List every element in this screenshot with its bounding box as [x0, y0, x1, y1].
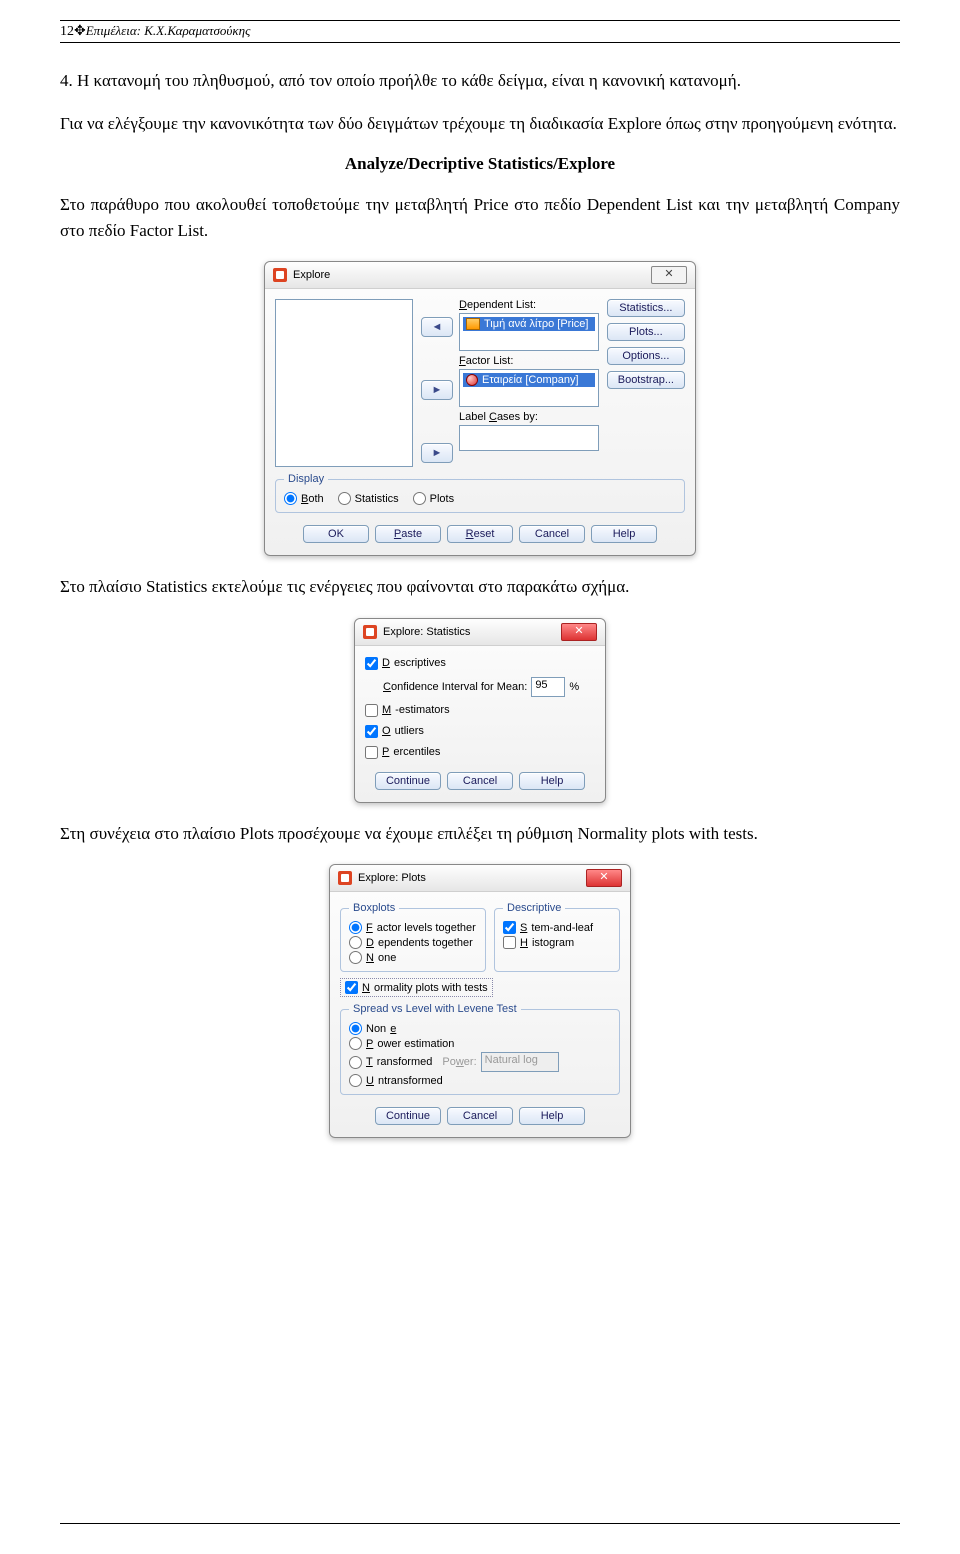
descriptive-group: Descriptive Stem-and-leaf Histogram [494, 902, 620, 972]
dependent-list-label: DDependent List:ependent List: [459, 299, 599, 311]
spread-power-est-radio[interactable]: Power estimation [349, 1036, 611, 1051]
boxplots-dependents-radio[interactable]: Dependents together [349, 935, 477, 950]
dependent-list[interactable]: Τιμή ανά λίτρο [Price] [459, 313, 599, 351]
stats-titlebar: Explore: Statistics ✕ [355, 619, 605, 646]
spread-transformed-radio[interactable]: Transformed [349, 1056, 432, 1069]
paragraph-3: Στο παράθυρο που ακολουθεί τοποθετούμε τ… [60, 192, 900, 243]
spss-app-icon [338, 871, 352, 885]
explore-plots-dialog: Explore: Plots ✕ Boxplots Factor levels … [329, 864, 631, 1138]
confidence-label: Confidence Interval for Mean: [383, 681, 527, 693]
explore-titlebar: Explore ✕ [265, 262, 695, 289]
paragraph-1: 4. Η κατανομή του πληθυσμού, από τον οπο… [60, 68, 900, 94]
source-variable-list[interactable] [275, 299, 413, 467]
display-group: Display Both Statistics Plots [275, 473, 685, 513]
close-icon: ✕ [599, 871, 608, 883]
paragraph-4: Στο πλαίσιο Statistics εκτελούμε τις ενέ… [60, 574, 900, 600]
close-icon: ✕ [574, 625, 583, 637]
display-statistics-radio[interactable]: Statistics [338, 491, 399, 506]
power-label: Power: [442, 1056, 476, 1068]
close-button[interactable]: ✕ [561, 623, 597, 641]
move-to-factor-button[interactable]: ► [421, 380, 453, 400]
cancel-button[interactable]: Cancel [519, 525, 585, 543]
help-button[interactable]: Help [591, 525, 657, 543]
label-cases-list[interactable] [459, 425, 599, 451]
reset-button[interactable]: Reset [447, 525, 513, 543]
stats-title: Explore: Statistics [383, 626, 470, 638]
dependent-list-item[interactable]: Τιμή ανά λίτρο [Price] [463, 317, 595, 331]
page-header: 12✥Επιμέλεια: Κ.Χ.Καραματσούκης [60, 20, 900, 43]
spread-untransformed-radio[interactable]: Untransformed [349, 1073, 611, 1088]
spss-app-icon [363, 625, 377, 639]
normality-plots-check[interactable]: Normality plots with tests [340, 978, 493, 997]
close-button[interactable]: ✕ [651, 266, 687, 284]
plots-titlebar: Explore: Plots ✕ [330, 865, 630, 892]
menu-path: Analyze/Decriptive Statistics/Explore [60, 154, 900, 174]
close-icon: ✕ [664, 268, 673, 280]
histogram-check[interactable]: Histogram [503, 935, 611, 950]
spread-legend: Spread vs Level with Levene Test [349, 1003, 521, 1015]
display-both-radio[interactable]: Both [284, 491, 324, 506]
paragraph-5: Στη συνέχεια στο πλαίσιο Plots προσέχουμ… [60, 821, 900, 847]
spss-app-icon [273, 268, 287, 282]
paste-button[interactable]: Paste [375, 525, 441, 543]
display-legend: Display [284, 473, 328, 485]
close-button[interactable]: ✕ [586, 869, 622, 887]
boxplots-legend: Boxplots [349, 902, 399, 914]
factor-list[interactable]: Εταιρεία [Company] [459, 369, 599, 407]
help-button[interactable]: Help [519, 772, 585, 790]
boxplots-group: Boxplots Factor levels together Dependen… [340, 902, 486, 972]
spread-group: Spread vs Level with Levene Test None Po… [340, 1003, 620, 1095]
nominal-variable-icon [466, 374, 478, 386]
help-button[interactable]: Help [519, 1107, 585, 1125]
arrow-left-icon: ◄ [432, 321, 443, 333]
ok-button[interactable]: OK [303, 525, 369, 543]
options-button[interactable]: Options... [607, 347, 685, 365]
continue-button[interactable]: Continue [375, 772, 441, 790]
arrow-right-icon: ► [432, 447, 443, 459]
header-credit: Επιμέλεια: Κ.Χ.Καραματσούκης [86, 23, 251, 38]
descriptive-legend: Descriptive [503, 902, 565, 914]
label-cases-label: Label Cases by: [459, 411, 599, 423]
explore-dialog: Explore ✕ ◄ ► ► [264, 261, 696, 556]
dependent-var-label: Τιμή ανά λίτρο [Price] [484, 318, 588, 330]
descriptives-check[interactable]: Descriptives [365, 656, 595, 671]
cancel-button[interactable]: Cancel [447, 1107, 513, 1125]
factor-list-item[interactable]: Εταιρεία [Company] [463, 373, 595, 387]
boxplots-none-radio[interactable]: None [349, 950, 477, 965]
power-select: Natural log [481, 1052, 559, 1072]
display-plots-radio[interactable]: Plots [413, 491, 454, 506]
boxplots-factor-radio[interactable]: Factor levels together [349, 920, 477, 935]
plots-button[interactable]: Plots... [607, 323, 685, 341]
header-dagger: ✥ [74, 24, 86, 39]
m-estimators-check[interactable]: M-estimators [365, 703, 595, 718]
continue-button[interactable]: Continue [375, 1107, 441, 1125]
scale-variable-icon [466, 318, 480, 330]
bootstrap-button[interactable]: Bootstrap... [607, 371, 685, 389]
percentiles-check[interactable]: Percentiles [365, 745, 595, 760]
factor-list-label: Factor List: [459, 355, 599, 367]
plots-title: Explore: Plots [358, 872, 426, 884]
cancel-button[interactable]: Cancel [447, 772, 513, 790]
outliers-check[interactable]: Outliers [365, 724, 595, 739]
move-to-label-button[interactable]: ► [421, 443, 453, 463]
explore-title: Explore [293, 269, 330, 281]
spread-none-radio[interactable]: None [349, 1021, 611, 1036]
page-number: 12 [60, 24, 74, 39]
stem-and-leaf-check[interactable]: Stem-and-leaf [503, 920, 611, 935]
paragraph-2: Για να ελέγξουμε την κανονικότητα των δύ… [60, 111, 900, 137]
statistics-button[interactable]: Statistics... [607, 299, 685, 317]
move-to-dependent-button[interactable]: ◄ [421, 317, 453, 337]
explore-statistics-dialog: Explore: Statistics ✕ Descriptives Confi… [354, 618, 606, 803]
arrow-right-icon: ► [432, 384, 443, 396]
footer-rule [60, 1523, 900, 1524]
confidence-input[interactable]: 95 [531, 677, 565, 697]
pct-label: % [569, 681, 579, 693]
factor-var-label: Εταιρεία [Company] [482, 374, 579, 386]
